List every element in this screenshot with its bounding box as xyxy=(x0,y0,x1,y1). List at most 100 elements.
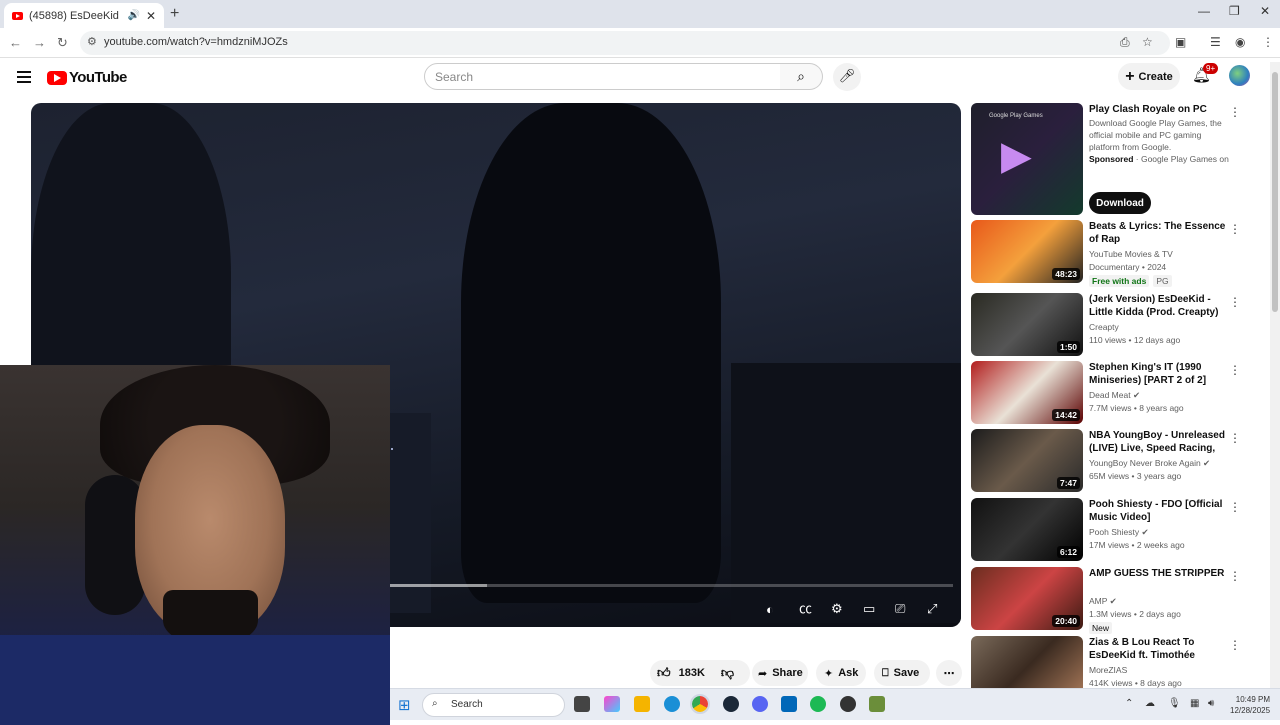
share-button[interactable]: ➦ Share xyxy=(752,660,808,686)
extensions-icon[interactable]: ▣ xyxy=(1175,35,1186,49)
channel-name[interactable]: YouTube Movies & TV xyxy=(1089,249,1173,259)
video-title[interactable]: (Jerk Version) EsDeeKid - Little Kidda (… xyxy=(1089,293,1227,319)
video-meta: 110 views • 12 days ago xyxy=(1089,335,1181,345)
video-title[interactable]: AMP GUESS THE STRIPPER xyxy=(1089,567,1227,580)
spotify-icon[interactable] xyxy=(810,696,826,712)
settings-gear-icon[interactable]: ⚙ xyxy=(831,601,843,617)
menu-icon[interactable] xyxy=(17,71,31,86)
video-thumbnail[interactable]: 6:12 xyxy=(971,498,1083,561)
save-button[interactable]: ⎕ Save xyxy=(874,660,930,686)
more-actions-button[interactable]: ⋯ xyxy=(936,660,962,686)
minimize-button[interactable]: — xyxy=(1198,4,1210,18)
recommended-video[interactable]: 14:42 Stephen King's IT (1990 Miniseries)… xyxy=(971,361,1251,425)
like-dislike-group: 👍︎ 183K 👎︎ xyxy=(650,660,750,686)
speaker-tray-icon[interactable]: 🔊︎ xyxy=(1208,698,1214,709)
video-thumbnail[interactable]: 14:42 xyxy=(971,361,1083,424)
reload-icon[interactable]: ↻ xyxy=(57,35,68,51)
autoplay-toggle[interactable]: ◐ xyxy=(766,602,774,617)
cast-icon[interactable]: ⎚ xyxy=(895,601,905,617)
taskbar-search[interactable]: ⌕ Search xyxy=(422,693,565,717)
more-options-icon[interactable]: ⋮ xyxy=(1229,569,1241,583)
close-window-button[interactable]: ✕ xyxy=(1260,4,1270,18)
new-tab-button[interactable]: + xyxy=(170,5,179,23)
more-options-icon[interactable]: ⋮ xyxy=(1229,222,1241,236)
thumbs-down-icon[interactable]: 👎︎ xyxy=(721,665,734,681)
thumbs-up-icon[interactable]: 👍︎ xyxy=(657,665,671,681)
address-bar[interactable]: ⚙ youtube.com/watch?v=hmdzniMJOZs xyxy=(80,31,1170,55)
voice-search-button[interactable]: 🎤︎ xyxy=(833,63,861,91)
edge-icon[interactable] xyxy=(664,696,680,712)
video-title[interactable]: Pooh Shiesty - FDO [Official Music Video… xyxy=(1089,498,1227,524)
fullscreen-icon[interactable]: ⤢ xyxy=(927,601,937,617)
browser-menu-icon[interactable]: ⋮ xyxy=(1262,35,1274,49)
search-input[interactable]: Search xyxy=(424,63,781,90)
steam-icon[interactable] xyxy=(723,696,739,712)
chrome-icon[interactable] xyxy=(690,694,710,714)
ad-thumbnail[interactable]: Google Play Games ▶ xyxy=(971,103,1083,215)
video-thumbnail[interactable]: 48:23 xyxy=(971,220,1083,283)
bookmark-star-icon[interactable]: ☆ xyxy=(1142,35,1153,49)
recommended-video[interactable]: 7:47 NBA YoungBoy - Unreleased (LIVE) Liv… xyxy=(971,429,1251,493)
channel-name[interactable]: Pooh Shiesty ✔ xyxy=(1089,527,1149,538)
scrollbar-thumb[interactable] xyxy=(1272,72,1278,312)
file-explorer-icon[interactable] xyxy=(634,696,650,712)
channel-name[interactable]: YoungBoy Never Broke Again ✔ xyxy=(1089,458,1210,469)
tray-chevron-icon[interactable]: ⌃ xyxy=(1125,698,1133,709)
task-view-icon[interactable] xyxy=(574,696,590,712)
site-info-icon[interactable]: ⚙ xyxy=(87,35,97,48)
video-title[interactable]: Beats & Lyrics: The Essence of Rap xyxy=(1089,220,1227,246)
forward-arrow-icon[interactable]: → xyxy=(33,35,46,50)
theater-mode-icon[interactable]: ▭ xyxy=(863,601,875,617)
store-icon[interactable] xyxy=(781,696,797,712)
captions-icon[interactable]: ㏄ xyxy=(799,598,812,617)
tab-close-icon[interactable]: ✕ xyxy=(146,9,156,23)
video-thumbnail[interactable]: 20:40 xyxy=(971,567,1083,630)
clock[interactable]: 10:49 PM 12/28/2025 xyxy=(1230,694,1270,716)
tray-app-icon[interactable]: ☁ xyxy=(1145,698,1155,709)
profile-icon[interactable]: ◉ xyxy=(1235,35,1245,49)
page-scrollbar[interactable] xyxy=(1270,62,1280,688)
discord-icon[interactable] xyxy=(752,696,768,712)
recommended-video[interactable]: 6:12 Pooh Shiesty - FDO [Official Music V… xyxy=(971,498,1251,562)
video-thumbnail[interactable]: 1:50 xyxy=(971,293,1083,356)
reading-list-icon[interactable]: ☰ xyxy=(1210,35,1221,49)
recommended-video[interactable]: 1:50 (Jerk Version) EsDeeKid - Little Kid… xyxy=(971,293,1251,357)
channel-name[interactable]: Creapty xyxy=(1089,322,1119,332)
copilot-icon[interactable] xyxy=(604,696,620,712)
more-options-icon[interactable]: ⋮ xyxy=(1229,638,1241,652)
mic-tray-icon[interactable]: 🎙︎ xyxy=(1168,698,1181,709)
account-avatar[interactable] xyxy=(1229,65,1250,86)
video-title[interactable]: NBA YoungBoy - Unreleased (LIVE) Live, S… xyxy=(1089,429,1227,455)
obs-icon[interactable] xyxy=(840,696,856,712)
browser-tab[interactable]: (45898) EsDeeKid & Rico Ac 🔊 ✕ xyxy=(4,3,164,28)
ad-title[interactable]: Play Clash Royale on PC xyxy=(1089,103,1227,116)
sponsored-ad-card[interactable]: Google Play Games ▶ Play Clash Royale on… xyxy=(971,103,1251,215)
minecraft-icon[interactable] xyxy=(869,696,885,712)
ad-more-icon[interactable]: ⋮ xyxy=(1229,105,1241,119)
video-title[interactable]: Stephen King's IT (1990 Miniseries) [PAR… xyxy=(1089,361,1227,387)
recommended-video[interactable]: 20:40 AMP GUESS THE STRIPPER AMP ✔ 1.3M vie… xyxy=(971,567,1251,634)
video-thumbnail[interactable]: 7:47 xyxy=(971,429,1083,492)
windows-start-icon[interactable]: ⊞ xyxy=(398,696,411,714)
create-button[interactable]: + Create xyxy=(1118,63,1180,90)
restore-button[interactable]: ❐ xyxy=(1229,4,1240,18)
like-count[interactable]: 183K xyxy=(679,667,705,679)
ask-button[interactable]: ✦ Ask xyxy=(816,660,866,686)
search-button[interactable]: ⌕ xyxy=(780,63,823,90)
recommended-video[interactable]: 48:23 Beats & Lyrics: The Essence of Rap Y… xyxy=(971,220,1251,287)
back-arrow-icon[interactable]: ← xyxy=(9,35,22,50)
download-button[interactable]: Download xyxy=(1089,192,1151,214)
network-icon[interactable]: ▦ xyxy=(1190,698,1199,709)
channel-name[interactable]: Dead Meat ✔ xyxy=(1089,390,1140,401)
more-options-icon[interactable]: ⋮ xyxy=(1229,295,1241,309)
channel-name[interactable]: MoreZIAS xyxy=(1089,665,1127,675)
more-options-icon[interactable]: ⋮ xyxy=(1229,500,1241,514)
more-options-icon[interactable]: ⋮ xyxy=(1229,363,1241,377)
channel-name[interactable]: AMP ✔ xyxy=(1089,596,1117,607)
video-title[interactable]: Zias & B Lou React To EsDeeKid ft. Timot… xyxy=(1089,636,1227,662)
tab-audio-icon[interactable]: 🔊 xyxy=(127,10,139,21)
install-app-icon[interactable]: ⎙ xyxy=(1120,35,1130,50)
more-options-icon[interactable]: ⋮ xyxy=(1229,431,1241,445)
badge-row: Free with ads PG xyxy=(1089,275,1176,287)
youtube-logo[interactable]: YouTube xyxy=(47,69,127,86)
